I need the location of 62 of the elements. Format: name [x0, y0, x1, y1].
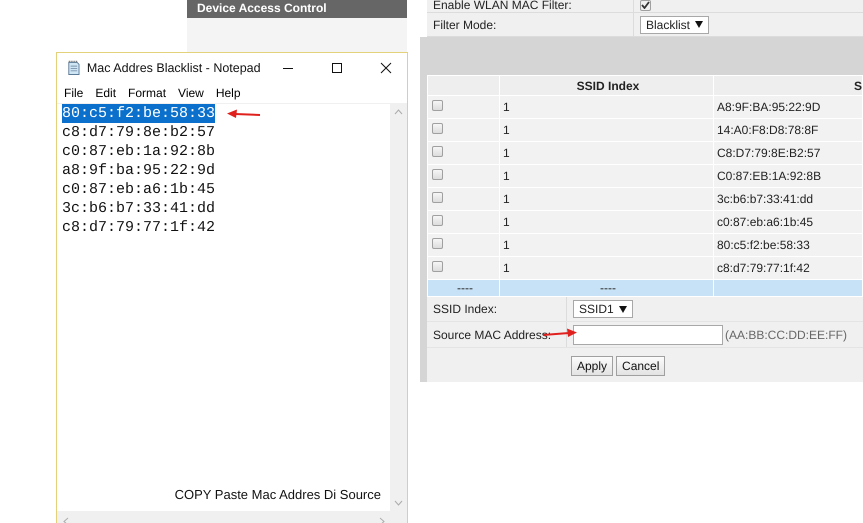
dropdown[interactable]: SSID1	[573, 300, 633, 318]
maximize-icon[interactable]	[330, 62, 343, 74]
table-cell: ----	[428, 280, 500, 296]
close-icon[interactable]	[380, 62, 392, 74]
menu-item[interactable]: Help	[210, 86, 247, 100]
column-header: S	[714, 76, 862, 96]
pointer-arrow	[227, 109, 261, 119]
table-cell: C8:D7:79:8E:B2:57	[714, 142, 862, 164]
field-label: Source MAC Address:	[433, 328, 552, 342]
table-cell: 1	[500, 188, 714, 210]
table-cell: 1	[500, 142, 714, 164]
menu-item[interactable]: Format	[122, 86, 172, 100]
checkbox[interactable]	[432, 169, 443, 180]
table-cell: 1	[500, 96, 714, 118]
table-cell: A8:9F:BA:95:22:9D	[714, 96, 862, 118]
menu-item[interactable]: Edit	[89, 86, 122, 100]
scroll-down-icon[interactable]	[394, 500, 403, 506]
menu-item[interactable]: View	[172, 86, 210, 100]
caret-icon	[695, 21, 704, 28]
text-line: c0:87:eb:a6:1b:45	[62, 180, 216, 199]
checkbox[interactable]	[432, 261, 443, 272]
window-title: Mac Addres Blacklist - Notepad	[86, 61, 261, 75]
format-hint: (AA:BB:CC:DD:EE:FF)	[725, 328, 848, 342]
sidebar-header: Device Access Control	[187, 0, 407, 18]
text-line: c8:d7:79:77:1f:42	[62, 218, 216, 237]
text-line: a8:9f:ba:95:22:9d	[62, 161, 216, 180]
table-cell: 1	[500, 234, 714, 256]
table-cell: 3c:b6:b7:33:41:dd	[714, 188, 862, 210]
dropdown[interactable]: Blacklist	[640, 16, 710, 34]
checkbox[interactable]	[432, 215, 443, 226]
checkbox[interactable]	[432, 192, 443, 203]
notepad-icon	[66, 60, 81, 76]
text-line: 3c:b6:b7:33:41:dd	[62, 199, 216, 218]
vertical-scrollbar[interactable]	[390, 104, 407, 511]
action-button[interactable]: Apply	[571, 356, 614, 376]
scroll-right-icon[interactable]	[379, 516, 385, 523]
checkbox[interactable]	[432, 100, 443, 111]
checkbox[interactable]	[640, 0, 651, 10]
caret-icon	[618, 306, 627, 312]
text-line: c8:d7:79:8e:b2:57	[62, 123, 216, 142]
text-line: c0:87:eb:1a:92:8b	[62, 142, 216, 161]
field-label: SSID Index:	[433, 302, 498, 316]
action-button[interactable]: Cancel	[616, 356, 666, 376]
table-cell: 1	[500, 164, 714, 188]
input-field[interactable]	[573, 324, 723, 344]
table-cell: 80:c5:f2:be:58:33	[714, 234, 862, 256]
column-header: SSID Index	[500, 76, 714, 96]
table-cell: c0:87:eb:a6:1b:45	[714, 210, 862, 234]
table-cell: ----	[500, 280, 714, 296]
checkbox[interactable]	[432, 123, 443, 134]
scroll-left-icon[interactable]	[63, 516, 69, 523]
field-label: Filter Mode:	[433, 18, 496, 32]
table-cell: 14:A0:F8:D8:78:8F	[714, 118, 862, 142]
field-label: Enable WLAN MAC Filter:	[433, 0, 572, 12]
table-cell: 1	[500, 118, 714, 142]
checkbox[interactable]	[432, 146, 443, 157]
scroll-up-icon[interactable]	[394, 109, 403, 115]
menu-item[interactable]: File	[58, 86, 90, 100]
table-cell: 1	[500, 210, 714, 234]
table-cell: C0:87:EB:1A:92:8B	[714, 164, 862, 188]
checkbox[interactable]	[432, 238, 443, 249]
annotation-text: COPY Paste Mac Addres Di Source	[174, 487, 381, 502]
